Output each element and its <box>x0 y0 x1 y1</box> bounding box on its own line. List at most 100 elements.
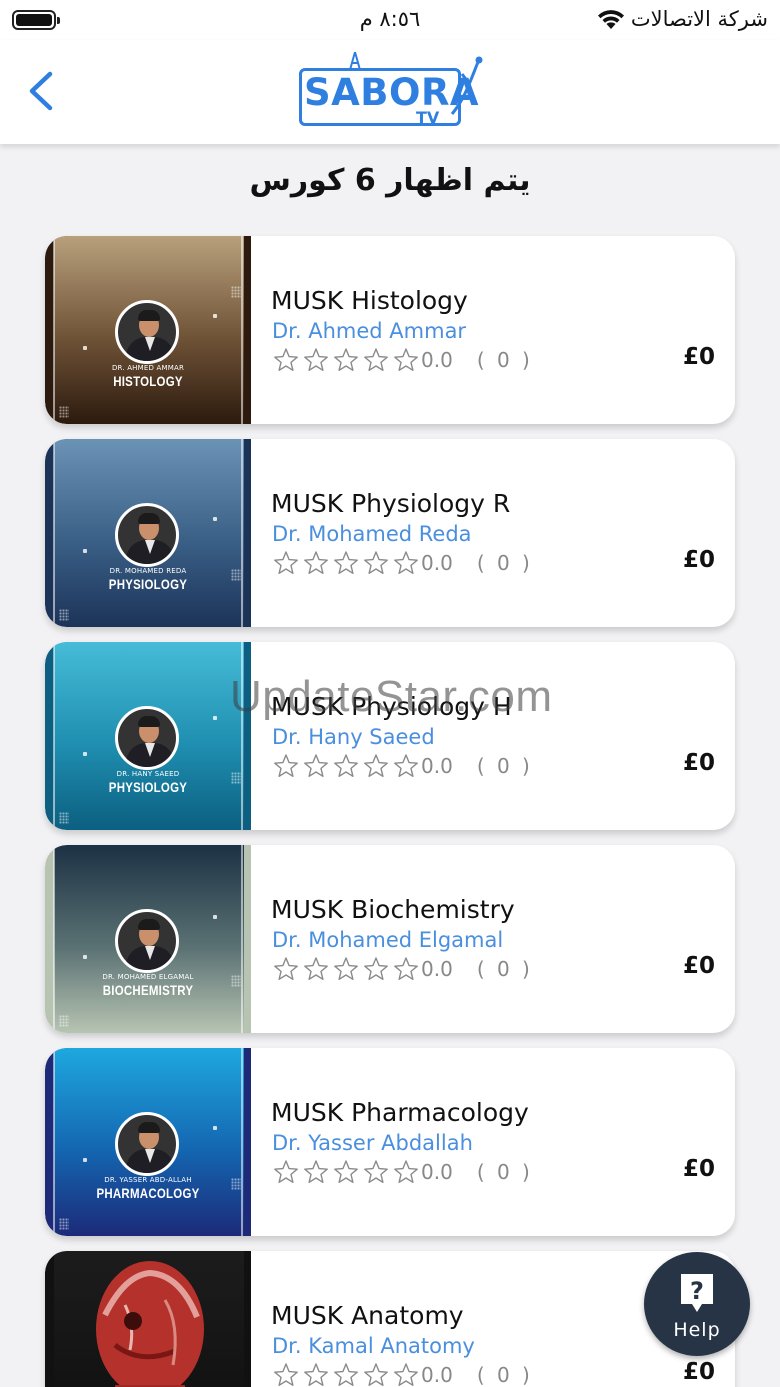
course-card[interactable]: MUSK ANATOMY MUSK Anatomy Dr. Kamal Anat… <box>45 1251 735 1387</box>
instructor-avatar <box>115 503 179 567</box>
thumbnail-decoration <box>213 314 217 318</box>
course-title: MUSK Physiology R <box>271 489 511 518</box>
rating-row: 0.0 ( 0 ) <box>273 346 533 374</box>
rating-row: 0.0 ( 0 ) <box>273 549 533 577</box>
sabora-tv-logo: SABORA TV <box>296 52 486 132</box>
rating-count: ( 0 ) <box>476 348 533 372</box>
star-icon <box>364 1160 388 1183</box>
course-instructor-link[interactable]: Dr. Mohamed Reda <box>272 522 472 546</box>
chevron-left-icon <box>29 71 53 111</box>
thumbnail-decoration <box>83 549 87 553</box>
thumbnail-border <box>241 642 243 830</box>
course-title: MUSK Anatomy <box>271 1301 464 1330</box>
anatomy-muscle-image <box>96 1261 204 1387</box>
rating-count: ( 0 ) <box>476 957 533 981</box>
rating-value: 0.0 <box>421 1160 453 1184</box>
star-icon <box>274 957 298 980</box>
thumbnail-border <box>53 236 55 424</box>
course-card[interactable]: DR. AHMED AMMAR HISTOLOGY MUSK Histology… <box>45 236 735 424</box>
star-icon <box>304 1363 328 1386</box>
course-instructor-link[interactable]: Dr. Ahmed Ammar <box>272 319 466 343</box>
course-price: £0 <box>682 953 715 979</box>
course-instructor-link[interactable]: Dr. Mohamed Elgamal <box>272 928 503 952</box>
star-icon <box>334 348 358 371</box>
star-icon <box>364 551 388 574</box>
star-icon <box>274 754 298 777</box>
thumbnail-doctor-name: DR. HANY SAEED <box>116 770 180 778</box>
svg-text:?: ? <box>690 1277 704 1305</box>
thumbnail-border <box>241 845 243 1033</box>
thumbnail-border <box>53 439 55 627</box>
thumbnail-decoration <box>83 752 87 756</box>
carrier-name: شركة الاتصالات <box>630 7 768 31</box>
course-title: MUSK Physiology H <box>271 692 512 721</box>
rating-value: 0.0 <box>421 754 453 778</box>
rating-value: 0.0 <box>421 957 453 981</box>
avatar-hair <box>138 919 160 930</box>
star-icon <box>304 1160 328 1183</box>
thumbnail-doctor-name: DR. MOHAMED ELGAMAL <box>102 973 194 981</box>
course-instructor-link[interactable]: Dr. Kamal Anatomy <box>272 1334 475 1358</box>
star-icon <box>274 1363 298 1386</box>
star-icon <box>274 348 298 371</box>
results-count-title: يتم اظهار 6 كورس <box>249 163 531 198</box>
course-thumbnail: DR. YASSER ABD-ALLAH PHARMACOLOGY <box>45 1048 251 1236</box>
thumbnail-decoration <box>59 812 69 824</box>
star-icon <box>304 957 328 980</box>
rating-count: ( 0 ) <box>476 754 533 778</box>
thumbnail-decoration <box>59 1015 69 1027</box>
thumbnail-doctor-name: DR. YASSER ABD-ALLAH <box>104 1176 192 1184</box>
thumbnail-decoration <box>83 955 87 959</box>
thumbnail-decoration <box>213 1126 217 1130</box>
avatar-hair <box>138 716 160 727</box>
nav-bar: SABORA TV <box>0 40 780 144</box>
help-button[interactable]: ? Help <box>644 1252 750 1356</box>
thumbnail-decoration <box>83 346 87 350</box>
thumbnail-subject: BIOCHEMISTRY <box>102 982 194 998</box>
star-icon <box>274 1160 298 1183</box>
course-card[interactable]: DR. MOHAMED ELGAMAL BIOCHEMISTRY MUSK Bi… <box>45 845 735 1033</box>
thumbnail-decoration <box>213 716 217 720</box>
course-card[interactable]: DR. HANY SAEED PHYSIOLOGY MUSK Physiolog… <box>45 642 735 830</box>
star-icon <box>334 754 358 777</box>
course-price: £0 <box>682 344 715 370</box>
rating-count: ( 0 ) <box>476 1363 533 1387</box>
thumbnail-decoration <box>59 1218 69 1230</box>
thumbnail-decoration <box>59 609 69 621</box>
star-icon <box>364 754 388 777</box>
thumbnail-border <box>53 642 55 830</box>
star-icon <box>364 1363 388 1386</box>
thumbnail-subject: PHARMACOLOGY <box>96 1185 200 1201</box>
star-icon <box>334 1363 358 1386</box>
star-icon <box>394 1160 418 1183</box>
back-button[interactable] <box>22 68 62 114</box>
help-question-icon: ? <box>681 1274 713 1312</box>
course-list: DR. AHMED AMMAR HISTOLOGY MUSK Histology… <box>45 236 735 1387</box>
course-card[interactable]: DR. MOHAMED REDA PHYSIOLOGY MUSK Physiol… <box>45 439 735 627</box>
thumbnail-doctor-name: DR. MOHAMED REDA <box>109 567 187 575</box>
rating-value: 0.0 <box>421 1363 453 1387</box>
avatar-hair <box>138 310 160 321</box>
course-instructor-link[interactable]: Dr. Hany Saeed <box>272 725 435 749</box>
rating-row: 0.0 ( 0 ) <box>273 1361 533 1387</box>
course-instructor-link[interactable]: Dr. Yasser Abdallah <box>272 1131 473 1155</box>
course-thumbnail: MUSK ANATOMY <box>45 1251 251 1387</box>
tower-icon <box>349 52 361 70</box>
thumbnail-border <box>241 1048 243 1236</box>
course-card[interactable]: DR. YASSER ABD-ALLAH PHARMACOLOGY MUSK P… <box>45 1048 735 1236</box>
thumbnail-border <box>53 1048 55 1236</box>
star-icon <box>394 551 418 574</box>
instructor-avatar <box>115 300 179 364</box>
rating-count: ( 0 ) <box>476 551 533 575</box>
thumbnail-decoration <box>213 517 217 521</box>
status-bar: ٨:٥٦ م شركة الاتصالات <box>0 0 780 40</box>
star-icon <box>334 1160 358 1183</box>
star-icon <box>364 957 388 980</box>
star-icon <box>334 551 358 574</box>
star-icon <box>274 551 298 574</box>
thumbnail-subject: HISTOLOGY <box>113 373 183 389</box>
star-icon <box>304 348 328 371</box>
rating-value: 0.0 <box>421 551 453 575</box>
course-price: £0 <box>682 547 715 573</box>
course-price: £0 <box>682 1359 715 1385</box>
